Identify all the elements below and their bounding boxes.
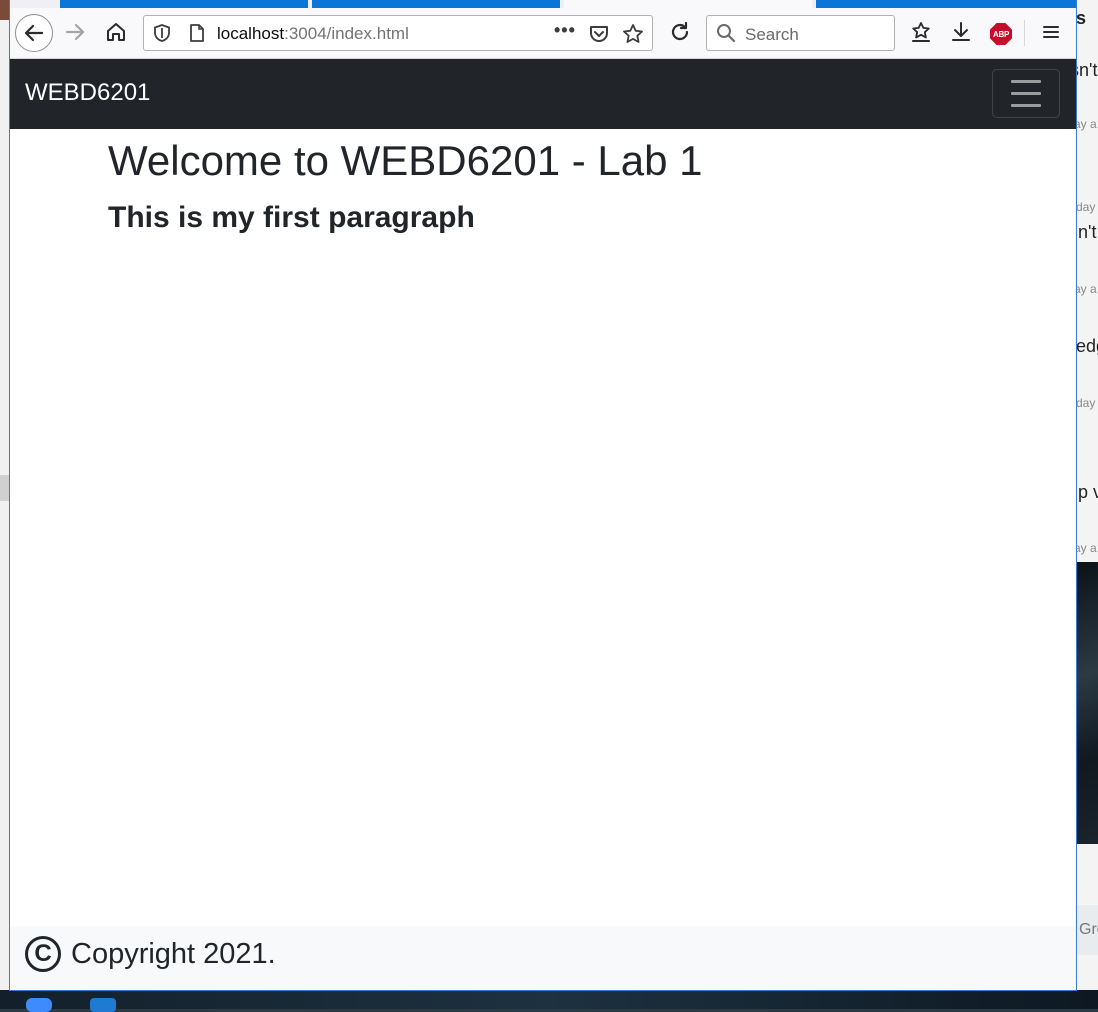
copyright-icon: C <box>25 936 61 972</box>
page-title: Welcome to WEBD6201 - Lab 1 <box>108 137 703 184</box>
hamburger-icon-bar <box>1011 92 1041 95</box>
shield-icon[interactable] <box>152 23 172 43</box>
background-window-right: s sn't ay a day n't ay a edg day p v ay … <box>1076 0 1098 1009</box>
taskbar-vscode-icon[interactable] <box>90 998 116 1012</box>
tab-strip <box>10 0 1076 8</box>
browser-toolbar: localhost:3004/index.html ••• Search ABP <box>10 8 1076 59</box>
copyright-text: Copyright 2021. <box>71 938 276 970</box>
browser-tab[interactable] <box>816 0 1076 8</box>
background-text: ay a <box>1076 282 1097 296</box>
background-text: edg <box>1076 336 1098 356</box>
first-paragraph: This is my first paragraph <box>108 201 475 234</box>
arrow-left-icon <box>24 24 44 42</box>
background-text: ay a <box>1076 541 1097 555</box>
background-fragment <box>0 0 10 20</box>
downloads-button[interactable] <box>944 15 978 49</box>
background-text: day <box>1076 396 1096 410</box>
browser-tab[interactable] <box>312 0 560 8</box>
bookmarks-button[interactable] <box>904 15 938 49</box>
background-text: ay a <box>1076 117 1097 131</box>
search-placeholder: Search <box>745 25 799 44</box>
background-fragment <box>0 475 10 501</box>
background-text: p v <box>1078 482 1098 502</box>
bookmarks-star-icon <box>912 22 930 42</box>
page-icon[interactable] <box>188 23 206 43</box>
hamburger-icon-bar <box>1011 104 1041 107</box>
background-text: s <box>1076 8 1087 28</box>
pocket-icon[interactable] <box>588 23 610 45</box>
hamburger-icon <box>1043 26 1059 38</box>
adblock-plus-icon[interactable]: ABP <box>990 23 1012 45</box>
url-host: localhost <box>217 24 285 43</box>
browser-tab-active[interactable] <box>564 0 812 8</box>
background-text: day <box>1076 200 1096 214</box>
toolbar-separator <box>1024 20 1025 46</box>
star-icon[interactable] <box>622 23 644 45</box>
taskbar-app-icon[interactable] <box>26 998 52 1012</box>
hamburger-icon-bar <box>1011 80 1041 83</box>
search-bar[interactable]: Search <box>706 15 895 51</box>
arrow-right-icon <box>65 23 85 41</box>
background-image <box>1076 562 1098 844</box>
home-icon <box>107 23 125 41</box>
taskbar <box>0 990 1098 1012</box>
reload-button[interactable] <box>663 15 697 49</box>
navbar-brand[interactable]: WEBD6201 <box>25 81 150 105</box>
browser-window: localhost:3004/index.html ••• Search ABP… <box>10 0 1076 990</box>
navbar-toggler-button[interactable] <box>992 69 1060 118</box>
reload-icon <box>671 21 689 41</box>
background-window-left <box>0 0 10 1009</box>
browser-tab[interactable] <box>60 0 308 8</box>
background-text: sn't <box>1076 60 1098 80</box>
web-page: WEBD6201 Welcome to WEBD6201 - Lab 1 Thi… <box>10 59 1076 990</box>
footer: C Copyright 2021. <box>10 926 1076 990</box>
background-text: n't <box>1078 222 1097 242</box>
page-actions-menu[interactable]: ••• <box>554 20 576 41</box>
navbar: WEBD6201 <box>10 59 1076 129</box>
menu-button[interactable] <box>1034 15 1068 49</box>
download-icon <box>952 22 970 41</box>
search-icon <box>717 24 736 43</box>
url-path: :3004/index.html <box>284 24 409 43</box>
home-button[interactable] <box>99 15 133 49</box>
background-button: Gro <box>1076 905 1098 955</box>
forward-button[interactable] <box>58 15 92 49</box>
url-bar[interactable]: localhost:3004/index.html ••• <box>143 15 653 51</box>
url-text[interactable]: localhost:3004/index.html <box>217 24 409 44</box>
back-button[interactable] <box>15 14 53 52</box>
